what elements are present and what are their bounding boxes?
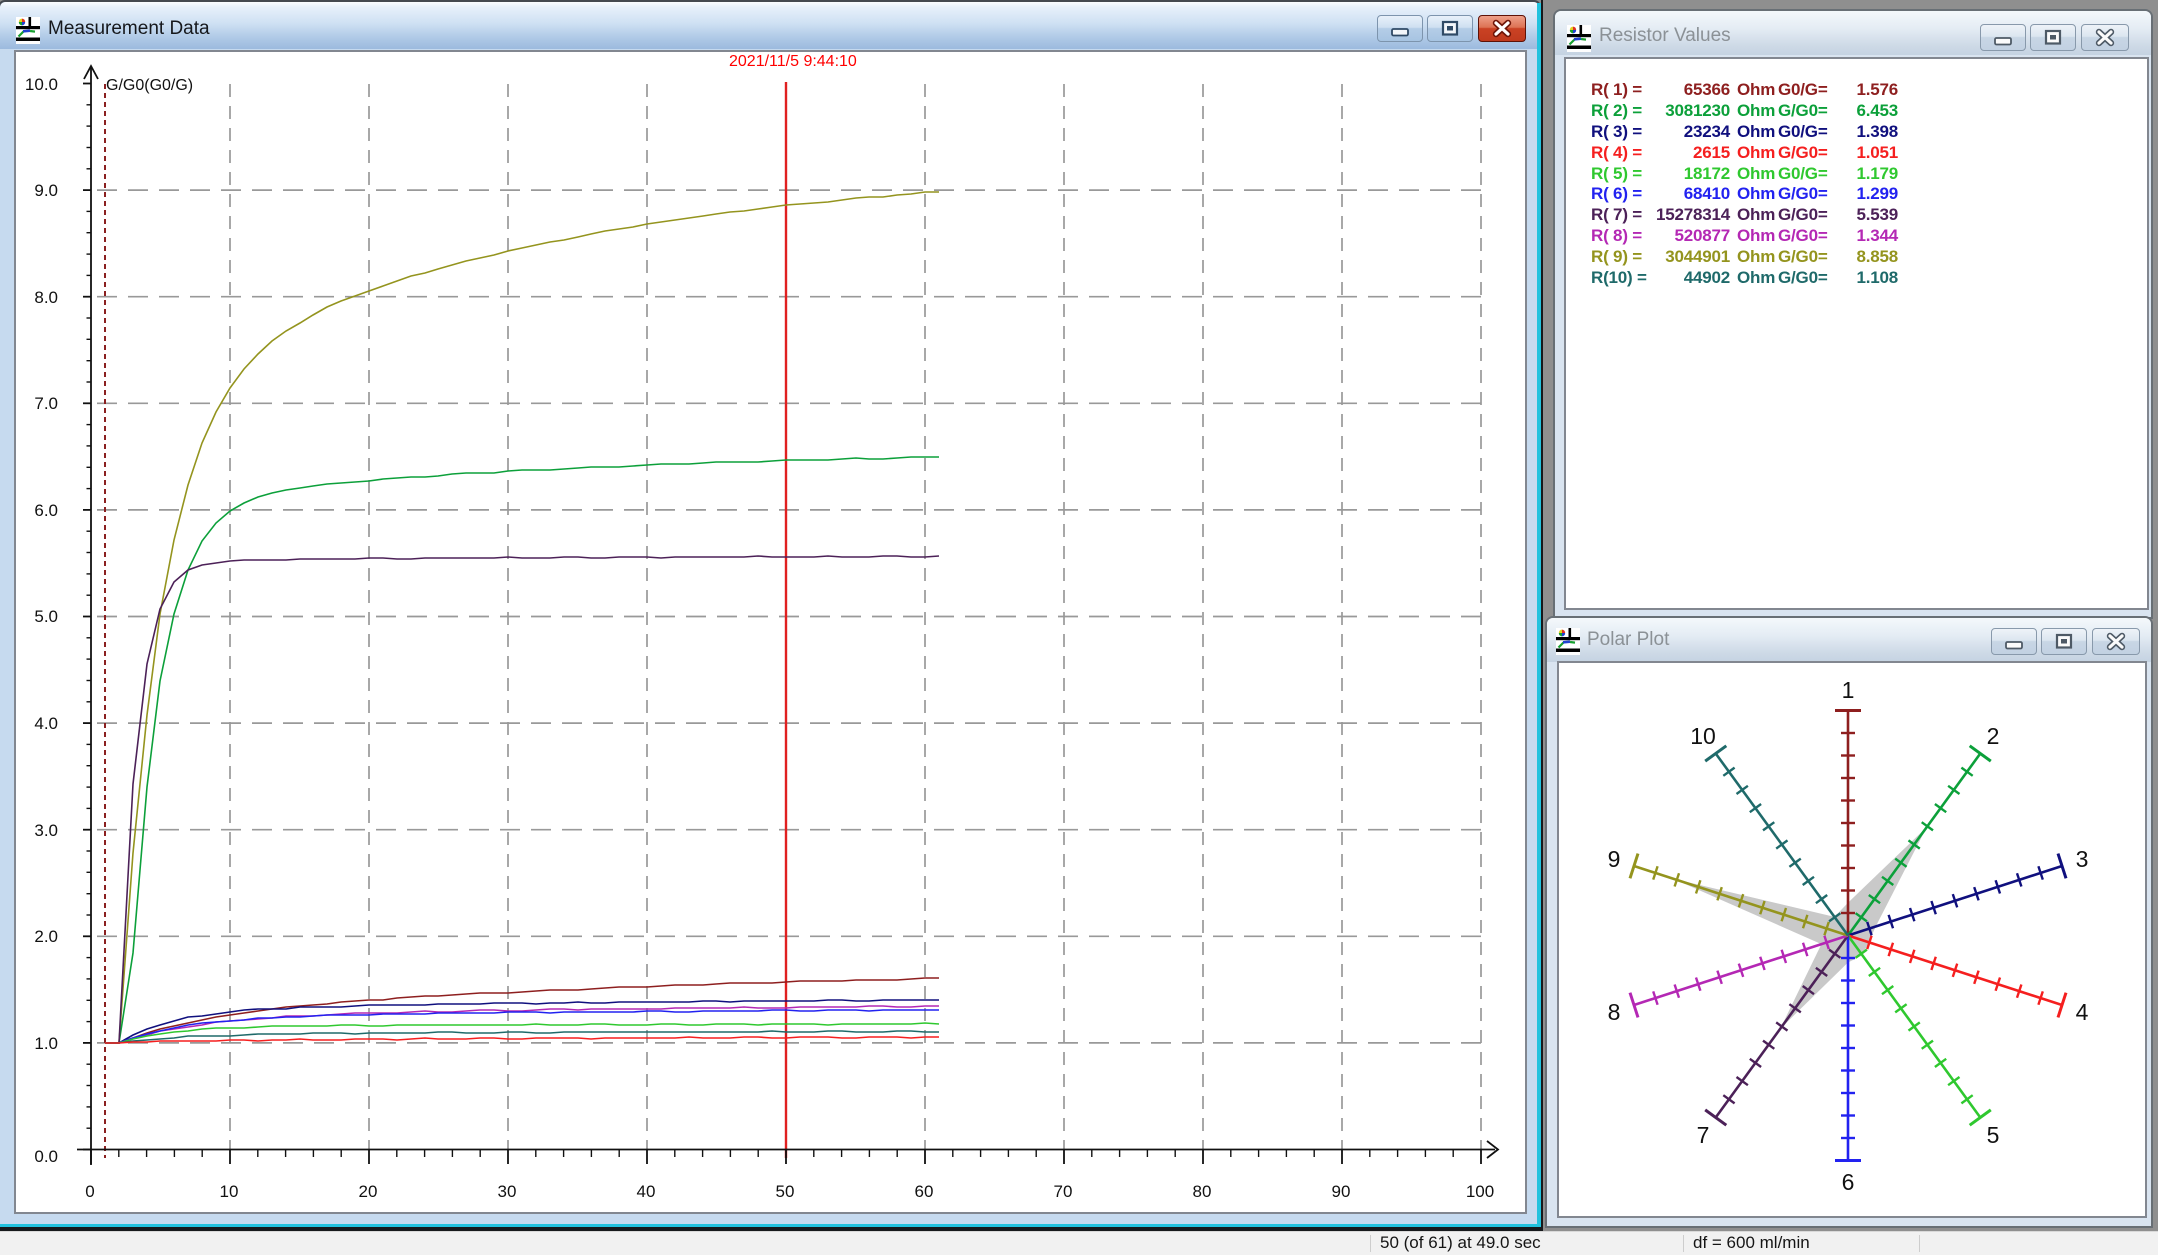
svg-text:30: 30 bbox=[498, 1182, 517, 1201]
svg-text:2021/11/5 9:44:10: 2021/11/5 9:44:10 bbox=[729, 53, 857, 70]
svg-text:1: 1 bbox=[1842, 677, 1855, 703]
svg-text:100: 100 bbox=[1466, 1182, 1494, 1201]
svg-text:40: 40 bbox=[637, 1182, 656, 1201]
svg-text:4.0: 4.0 bbox=[34, 714, 58, 733]
svg-text:0.0: 0.0 bbox=[34, 1147, 58, 1166]
svg-text:8: 8 bbox=[1608, 999, 1621, 1025]
svg-text:0: 0 bbox=[85, 1182, 94, 1201]
svg-text:60: 60 bbox=[915, 1182, 934, 1201]
svg-text:7.0: 7.0 bbox=[34, 394, 58, 413]
svg-text:9: 9 bbox=[1608, 846, 1621, 872]
svg-text:5.0: 5.0 bbox=[34, 607, 58, 626]
svg-text:3: 3 bbox=[2076, 846, 2089, 872]
svg-text:70: 70 bbox=[1054, 1182, 1073, 1201]
svg-text:90: 90 bbox=[1332, 1182, 1351, 1201]
svg-text:50: 50 bbox=[776, 1182, 795, 1201]
svg-text:3.0: 3.0 bbox=[34, 821, 58, 840]
svg-text:7: 7 bbox=[1697, 1122, 1710, 1148]
svg-text:4: 4 bbox=[2076, 999, 2089, 1025]
svg-text:10: 10 bbox=[220, 1182, 239, 1201]
svg-text:6.0: 6.0 bbox=[34, 501, 58, 520]
svg-text:2.0: 2.0 bbox=[34, 927, 58, 946]
svg-text:2: 2 bbox=[1987, 723, 2000, 749]
svg-text:10: 10 bbox=[1690, 723, 1716, 749]
svg-text:80: 80 bbox=[1193, 1182, 1212, 1201]
svg-text:6: 6 bbox=[1842, 1169, 1855, 1195]
svg-text:1.0: 1.0 bbox=[34, 1034, 58, 1053]
svg-text:20: 20 bbox=[359, 1182, 378, 1201]
svg-text:5: 5 bbox=[1987, 1122, 2000, 1148]
svg-text:8.0: 8.0 bbox=[34, 288, 58, 307]
